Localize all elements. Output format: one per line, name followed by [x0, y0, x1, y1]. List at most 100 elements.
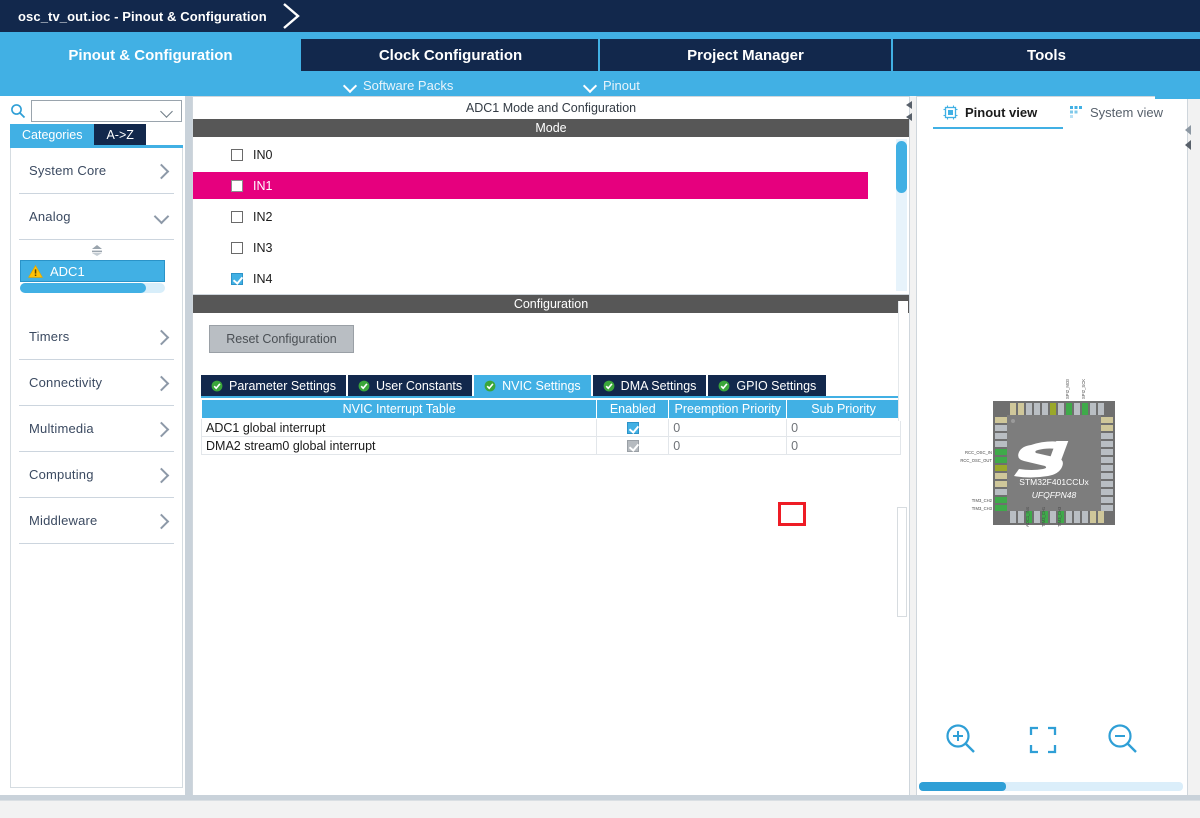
panel-collapse-right-arrows[interactable]: [1182, 122, 1196, 154]
cell-sub-priority[interactable]: 0: [786, 418, 901, 437]
sidebar-tab-a-to-z[interactable]: A->Z: [94, 124, 146, 145]
menu-label: Pinout: [603, 77, 640, 93]
nvic-interrupt-table: NVIC Interrupt Table Enabled Preemption …: [200, 399, 901, 455]
tab-dma-settings[interactable]: DMA Settings: [592, 375, 709, 396]
left-sidebar: Categories A->Z System Core Analog ADC1 …: [0, 96, 190, 796]
tab-label: Pinout & Configuration: [68, 46, 233, 64]
cell-sub-priority[interactable]: 0: [786, 436, 901, 455]
sidebar-item-connectivity[interactable]: Connectivity: [19, 360, 174, 406]
cell-enabled[interactable]: [596, 418, 670, 437]
column-header-interrupt-table[interactable]: NVIC Interrupt Table: [200, 399, 598, 419]
tab-label: Parameter Settings: [229, 378, 336, 393]
menu-software-packs[interactable]: Software Packs: [344, 75, 453, 95]
menu-pinout[interactable]: Pinout: [584, 75, 640, 95]
tab-parameter-settings[interactable]: Parameter Settings: [201, 375, 348, 396]
checkbox-in3[interactable]: [231, 241, 243, 254]
sidebar-item-multimedia[interactable]: Multimedia: [19, 406, 174, 452]
tab-label: Tools: [1027, 46, 1066, 64]
tab-clock-configuration[interactable]: Clock Configuration: [303, 39, 600, 71]
svg-text:RCC_OSC_OUT: RCC_OSC_OUT: [960, 458, 992, 463]
sidebar-item-analog[interactable]: Analog: [19, 194, 174, 240]
svg-text:TIM3_CH3: TIM3_CH3: [972, 506, 993, 511]
chevron-right-icon: [154, 514, 168, 528]
mode-channel-in2[interactable]: IN2: [193, 203, 909, 230]
mode-vscrollbar-thumb[interactable]: [896, 141, 907, 193]
fit-to-screen-icon[interactable]: [1022, 719, 1064, 761]
configuration-body: Reset Configuration Parameter Settings U…: [193, 313, 909, 795]
sidebar-item-system-core[interactable]: System Core: [19, 148, 174, 194]
sidebar-tab-categories[interactable]: Categories: [10, 124, 95, 145]
chevron-right-icon: [154, 422, 168, 436]
checkbox-adc1-global-interrupt-enabled[interactable]: [626, 422, 639, 435]
sidebar-item-middleware[interactable]: Middleware: [19, 498, 174, 544]
table-row[interactable]: ADC1 global interrupt 0 0: [200, 418, 901, 437]
chip-hscrollbar[interactable]: [919, 782, 1183, 791]
center-vscrollbar[interactable]: [897, 301, 908, 617]
column-header-preemption-priority[interactable]: Preemption Priority: [668, 399, 788, 419]
chip-package-name: UFQFPN48: [1032, 490, 1077, 500]
checkbox-in0[interactable]: [231, 148, 243, 161]
tab-pinout-configuration[interactable]: Pinout & Configuration: [0, 39, 303, 71]
svg-text:RCC_OSC_IN: RCC_OSC_IN: [965, 450, 992, 455]
mode-channel-in3[interactable]: IN3: [193, 234, 909, 261]
system-grid-icon: [1070, 106, 1082, 118]
reset-configuration-button[interactable]: Reset Configuration: [209, 325, 354, 353]
green-check-icon: [719, 380, 730, 391]
tab-label: Clock Configuration: [378, 46, 523, 64]
tab-project-manager[interactable]: Project Manager: [600, 39, 893, 71]
sidebar-splitter[interactable]: [185, 96, 192, 796]
chip-package-view[interactable]: STM32F401CCUx UFQFPN48 RCC_OSC_IN RCC_OS…: [949, 377, 1155, 549]
column-header-sub-priority[interactable]: Sub Priority: [786, 399, 901, 419]
chevron-right-breadcrumb-icon: [283, 3, 300, 29]
zoom-out-icon[interactable]: [1103, 719, 1145, 761]
right-panel: Pinout view System view STM32F401CCUx UF…: [916, 96, 1188, 796]
table-header-row: NVIC Interrupt Table Enabled Preemption …: [200, 399, 901, 419]
table-row[interactable]: DMA2 stream0 global interrupt 0 0: [200, 436, 901, 455]
tab-tools[interactable]: Tools: [893, 39, 1200, 71]
green-check-icon: [484, 380, 496, 391]
peripheral-hscrollbar-thumb[interactable]: [20, 283, 146, 293]
sidebar-item-adc1[interactable]: ADC1: [20, 260, 165, 282]
mode-section-header: Mode: [193, 119, 909, 137]
tab-nvic-settings[interactable]: NVIC Settings: [474, 375, 593, 396]
mode-channel-in1[interactable]: IN1: [193, 172, 868, 199]
search-input[interactable]: [36, 103, 156, 120]
tab-system-view[interactable]: System view: [1069, 99, 1163, 125]
menu-label: Software Packs: [363, 77, 454, 93]
right-panel-tab-group: Pinout view System view: [917, 99, 1187, 130]
checkbox-in4[interactable]: [231, 272, 243, 285]
sidebar-item-computing[interactable]: Computing: [19, 452, 174, 498]
button-label: Reset Configuration: [226, 332, 337, 346]
svg-text:ADC1_IN4: ADC1_IN4: [1025, 506, 1030, 527]
svg-text:TIM3_CH2: TIM3_CH2: [972, 498, 993, 503]
zoom-in-icon[interactable]: [941, 719, 983, 761]
sub-menu-bar: Software Packs Pinout: [0, 75, 1200, 95]
tab-user-constants[interactable]: User Constants: [348, 375, 475, 396]
mode-channel-in0[interactable]: IN0: [193, 141, 909, 168]
chip-hscrollbar-thumb[interactable]: [919, 782, 1006, 791]
peripheral-hscrollbar[interactable]: [20, 283, 165, 293]
cell-preemption-priority[interactable]: 0: [668, 418, 788, 437]
chip-diagram[interactable]: STM32F401CCUx UFQFPN48 RCC_OSC_IN RCC_OS…: [949, 377, 1155, 549]
cell-preemption-priority[interactable]: 0: [668, 436, 788, 455]
tab-label: Project Manager: [687, 46, 804, 64]
title-bar: osc_tv_out.ioc - Pinout & Configuration: [0, 0, 1200, 32]
tab-gpio-settings[interactable]: GPIO Settings: [708, 375, 829, 396]
mode-channel-in4[interactable]: IN4: [193, 265, 909, 292]
column-header-enabled[interactable]: Enabled: [596, 399, 670, 419]
svg-text:SPI2_MOSI: SPI2_MOSI: [1065, 379, 1070, 399]
center-vscrollbar-thumb[interactable]: [897, 507, 907, 617]
checkbox-in2[interactable]: [231, 210, 243, 223]
checkbox-in1[interactable]: [231, 179, 243, 192]
chip-canvas[interactable]: STM32F401CCUx UFQFPN48 RCC_OSC_IN RCC_OS…: [917, 129, 1187, 739]
search-combobox[interactable]: [31, 100, 182, 122]
chevron-right-icon: [154, 376, 168, 390]
tab-pinout-view[interactable]: Pinout view: [943, 99, 1037, 125]
collapse-handle-icon[interactable]: [89, 244, 105, 256]
category-label: Middleware: [29, 513, 98, 528]
chevron-down-icon[interactable]: [162, 107, 173, 118]
sidebar-item-timers[interactable]: Timers: [19, 314, 174, 360]
svg-text:TIM3_CH3: TIM3_CH3: [1057, 506, 1062, 527]
panel-collapse-left-arrows[interactable]: [902, 99, 916, 125]
category-label: Connectivity: [29, 375, 103, 390]
